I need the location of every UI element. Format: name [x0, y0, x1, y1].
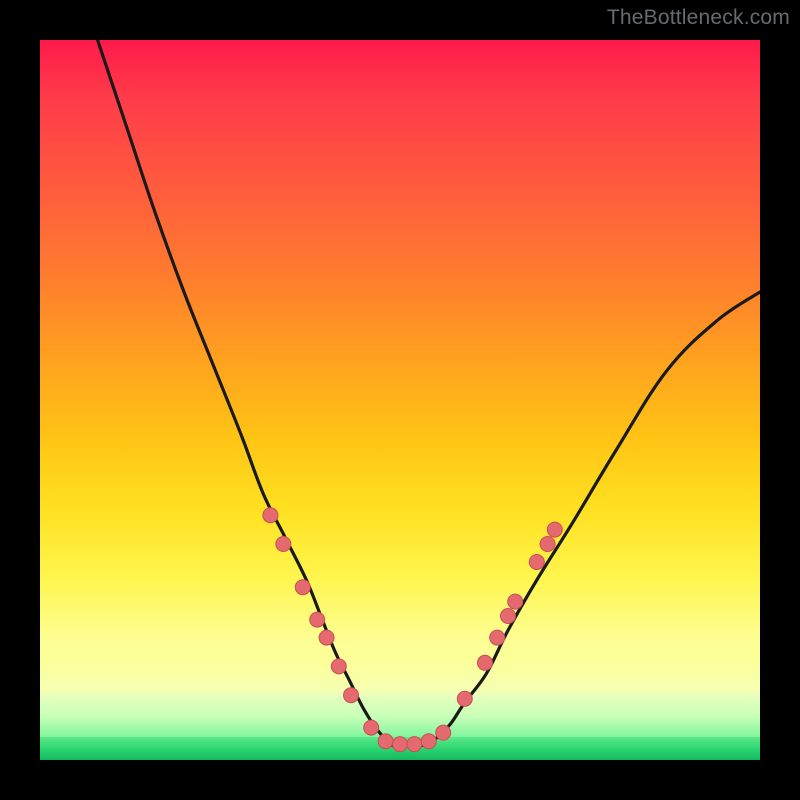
curve-marker-dot — [540, 537, 555, 552]
curve-marker-dot — [436, 725, 451, 740]
curve-marker-dot — [364, 720, 379, 735]
curve-marker-dot — [529, 555, 544, 570]
curve-marker-dot — [407, 737, 422, 752]
curve-marker-dot — [457, 691, 472, 706]
curve-marker-dot — [490, 630, 505, 645]
curve-marker-dot — [508, 594, 523, 609]
curve-marker-dot — [344, 688, 359, 703]
curve-marker-dot — [421, 734, 436, 749]
bottleneck-curve — [98, 40, 760, 747]
curve-marker-dot — [331, 659, 346, 674]
curve-marker-dot — [263, 508, 278, 523]
curve-marker-dot — [319, 630, 334, 645]
curve-marker-dot — [295, 580, 310, 595]
watermark-text: TheBottleneck.com — [607, 6, 790, 30]
curve-marker-dot — [393, 737, 408, 752]
curve-layer — [40, 40, 760, 760]
chart-frame: TheBottleneck.com — [0, 0, 800, 800]
curve-marker-dot — [547, 522, 562, 537]
curve-markers — [263, 508, 562, 752]
curve-marker-dot — [276, 537, 291, 552]
curve-marker-dot — [378, 734, 393, 749]
curve-marker-dot — [310, 612, 325, 627]
curve-marker-dot — [501, 609, 516, 624]
plot-area — [40, 40, 760, 760]
curve-marker-dot — [477, 655, 492, 670]
